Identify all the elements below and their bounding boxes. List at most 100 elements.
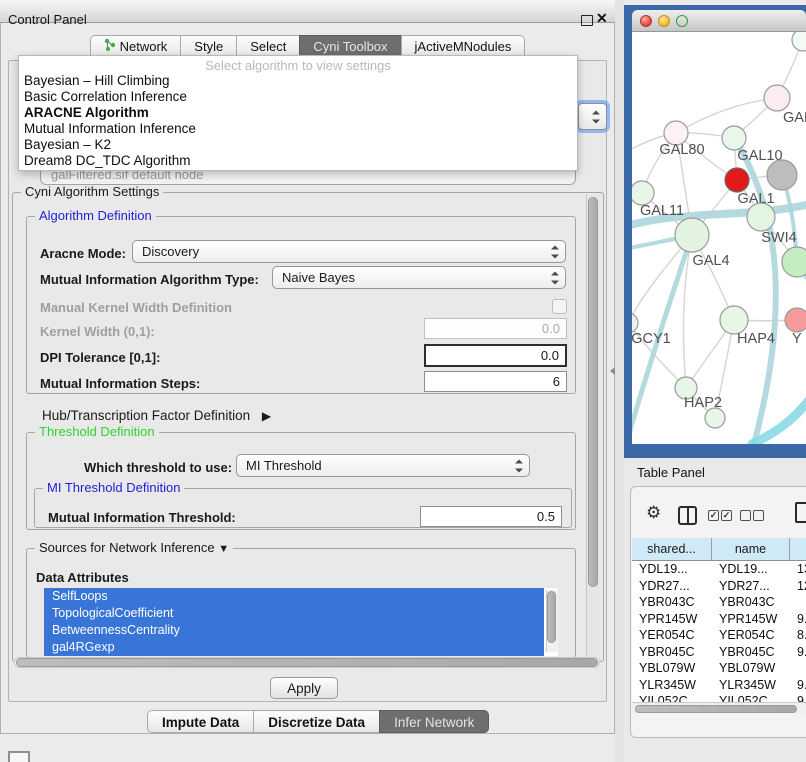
deselect-all-icon[interactable] bbox=[753, 510, 764, 521]
hub-definition-toggle[interactable]: Hub/Transcription Factor Definition ▶ bbox=[42, 408, 271, 423]
table-row[interactable]: YDR27...YDR27...12 bbox=[632, 578, 806, 595]
table-cell[interactable]: YLR345W bbox=[712, 677, 790, 694]
aracne-mode-combo[interactable]: Discovery bbox=[132, 240, 566, 263]
deselect-all-icon[interactable] bbox=[740, 510, 751, 521]
table-cell[interactable]: YER054C bbox=[632, 627, 712, 644]
algorithm-option[interactable]: Bayesian – Hill Climbing bbox=[19, 73, 577, 89]
float-window-icon[interactable] bbox=[581, 15, 593, 26]
table-cell[interactable] bbox=[790, 660, 806, 677]
node-gal10[interactable] bbox=[722, 126, 746, 150]
table-hscrollbar[interactable] bbox=[632, 702, 806, 714]
table-cell[interactable]: YBR043C bbox=[632, 594, 712, 611]
collapse-down-icon[interactable]: ▼ bbox=[218, 543, 229, 555]
node-right-green[interactable] bbox=[782, 247, 806, 277]
node-gal4[interactable] bbox=[675, 218, 709, 252]
table-cell[interactable]: YIL052C bbox=[632, 693, 712, 702]
dpi-tolerance-field[interactable]: 0.0 bbox=[424, 344, 567, 367]
algorithm-option[interactable]: Basic Correlation Inference bbox=[19, 89, 577, 105]
column-view-icon[interactable] bbox=[678, 506, 697, 525]
node-gal11[interactable] bbox=[632, 181, 654, 205]
table-cell[interactable]: YPR145W bbox=[712, 611, 790, 628]
table-cell[interactable]: 9. bbox=[790, 644, 806, 661]
table-cell[interactable]: 9. bbox=[790, 677, 806, 694]
sources-group-title[interactable]: Sources for Network Inference ▼ bbox=[35, 540, 233, 555]
table-row[interactable]: YPR145WYPR145W9. bbox=[632, 611, 806, 628]
column-header-shared[interactable]: shared... bbox=[632, 538, 712, 561]
table-cell[interactable]: YBR045C bbox=[632, 644, 712, 661]
algorithm-option[interactable]: Mutual Information Inference bbox=[19, 121, 577, 137]
attr-list-scrollbar-thumb[interactable] bbox=[547, 591, 556, 643]
inference-algorithm-combo-fragment[interactable] bbox=[578, 103, 607, 130]
table-cell[interactable]: YIL052C bbox=[712, 693, 790, 702]
node-gal7[interactable] bbox=[764, 85, 790, 111]
table-row[interactable]: YBR045CYBR045C9. bbox=[632, 644, 806, 661]
which-threshold-combo[interactable]: MI Threshold bbox=[236, 454, 530, 477]
apply-button[interactable]: Apply bbox=[270, 677, 338, 699]
attribute-list-item[interactable]: SelfLoops bbox=[44, 588, 544, 605]
tab-infer-network[interactable]: Infer Network bbox=[379, 710, 489, 733]
table-cell[interactable]: 12 bbox=[790, 578, 806, 595]
table-row[interactable]: YBR043CYBR043C bbox=[632, 594, 806, 611]
attribute-list-item[interactable]: BetweennessCentrality bbox=[44, 622, 544, 639]
node-swi4[interactable] bbox=[747, 203, 775, 231]
close-window-icon[interactable] bbox=[640, 15, 652, 27]
node-salmon[interactable] bbox=[785, 308, 806, 332]
node-bottom[interactable] bbox=[705, 408, 725, 428]
table-row[interactable]: YER054CYER054C8. bbox=[632, 627, 806, 644]
node-hap4[interactable] bbox=[720, 306, 748, 334]
panel-divider[interactable] bbox=[615, 0, 624, 762]
node-gray[interactable] bbox=[767, 160, 797, 190]
algorithm-option[interactable]: ARACNE Algorithm bbox=[19, 105, 577, 121]
document-icon[interactable] bbox=[795, 502, 806, 523]
table-cell[interactable]: 9. bbox=[790, 693, 806, 702]
node-table[interactable]: shared...nameAYDL19...YDL19...13YDR27...… bbox=[632, 538, 806, 702]
table-cell[interactable]: YBR043C bbox=[712, 594, 790, 611]
expand-right-icon[interactable]: ▶ bbox=[262, 409, 271, 423]
settings-scrollbar-thumb[interactable] bbox=[588, 197, 598, 587]
table-cell[interactable]: 9. bbox=[790, 611, 806, 628]
mi-steps-field[interactable]: 6 bbox=[424, 371, 567, 392]
algorithm-option[interactable]: Dream8 DC_TDC Algorithm bbox=[19, 153, 577, 169]
table-cell[interactable]: YBR045C bbox=[712, 644, 790, 661]
table-cell[interactable]: YPR145W bbox=[632, 611, 712, 628]
algorithm-option[interactable]: Bayesian – K2 bbox=[19, 137, 577, 153]
table-row[interactable]: YDL19...YDL19...13 bbox=[632, 561, 806, 578]
minimize-window-icon[interactable] bbox=[658, 15, 670, 27]
node-top-right[interactable] bbox=[792, 32, 806, 51]
table-row[interactable]: YIL052CYIL052C9. bbox=[632, 693, 806, 702]
gear-icon[interactable]: ⚙ bbox=[646, 503, 661, 523]
network-window-titlebar[interactable] bbox=[632, 10, 806, 32]
zoom-window-icon[interactable] bbox=[676, 15, 688, 27]
select-all-icon[interactable]: ✓ bbox=[721, 510, 732, 521]
node-gal1[interactable] bbox=[725, 168, 749, 192]
column-header-a[interactable]: A bbox=[790, 538, 806, 561]
table-cell[interactable]: YLR345W bbox=[632, 677, 712, 694]
mi-threshold-field[interactable]: 0.5 bbox=[420, 506, 562, 527]
network-canvas[interactable]: GAL7GAL80GAL10GAL1GAL11SWI4GAL4GCY1HAP4Y… bbox=[632, 32, 806, 444]
table-cell[interactable]: YER054C bbox=[712, 627, 790, 644]
table-cell[interactable] bbox=[790, 594, 806, 611]
manual-kernel-checkbox[interactable] bbox=[552, 299, 567, 314]
mi-type-combo[interactable]: Naive Bayes bbox=[272, 266, 566, 289]
table-cell[interactable]: YDL19... bbox=[712, 561, 790, 578]
collapsed-panel-icon[interactable] bbox=[8, 751, 30, 762]
table-cell[interactable]: YBL079W bbox=[712, 660, 790, 677]
table-row[interactable]: YBL079WYBL079W bbox=[632, 660, 806, 677]
node-gcy1[interactable] bbox=[632, 313, 638, 333]
table-hscrollbar-thumb[interactable] bbox=[635, 705, 797, 713]
table-row[interactable]: YLR345WYLR345W9. bbox=[632, 677, 806, 694]
select-all-icon[interactable]: ✓ bbox=[708, 510, 719, 521]
close-icon[interactable]: ✕ bbox=[596, 10, 608, 27]
attribute-list-item[interactable]: TopologicalCoefficient bbox=[44, 605, 544, 622]
table-cell[interactable]: 13 bbox=[790, 561, 806, 578]
column-header-name[interactable]: name bbox=[712, 538, 790, 561]
table-cell[interactable]: YBL079W bbox=[632, 660, 712, 677]
table-cell[interactable]: 8. bbox=[790, 627, 806, 644]
table-cell[interactable]: YDR27... bbox=[632, 578, 712, 595]
divider-collapse-icon[interactable] bbox=[606, 367, 615, 375]
table-cell[interactable]: YDR27... bbox=[712, 578, 790, 595]
attribute-list-item[interactable]: gal4RGexp bbox=[44, 639, 544, 656]
tab-discretize-data[interactable]: Discretize Data bbox=[253, 710, 379, 733]
table-cell[interactable]: YDL19... bbox=[632, 561, 712, 578]
settings-hscrollbar-thumb[interactable] bbox=[16, 658, 598, 667]
